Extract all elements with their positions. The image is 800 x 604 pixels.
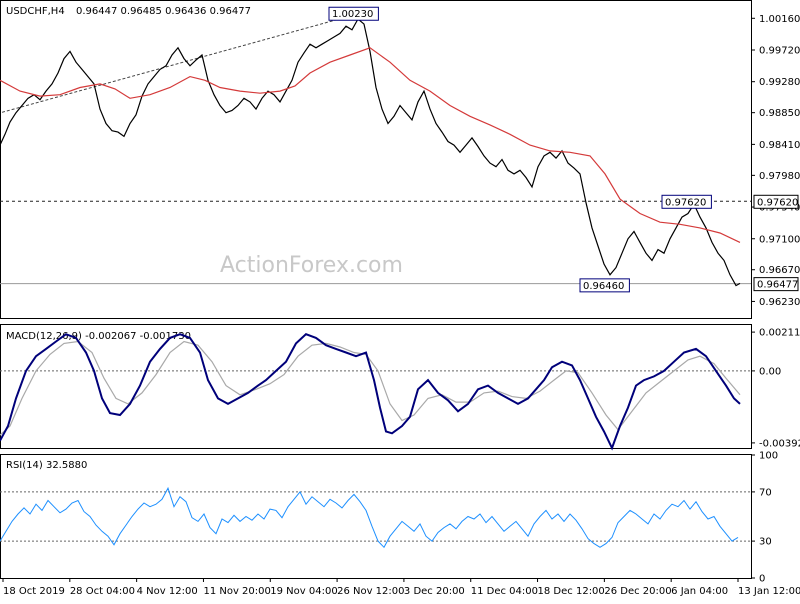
x-tick-label: 18 Dec 12:00 [538,586,605,597]
main-panel-title: USDCHF,H4 [6,6,65,17]
x-tick-label: 26 Nov 12:00 [337,586,404,597]
rsi-y-tick-label: 0 [759,574,765,585]
price-callout-label: 0.96460 [583,281,624,292]
macd-y-tick-label: 0.00 [759,366,781,377]
usdchf-chart: USDCHF,H4 0.96447 0.96485 0.96436 0.9647… [0,0,800,600]
rsi-y-tick-label: 30 [759,537,772,548]
main-panel-ohlc: 0.96447 0.96485 0.96436 0.96477 [76,6,251,17]
x-tick-label: 18 Oct 2019 [3,586,65,597]
macd-y-tick-label: 0.002113 [759,328,800,339]
main-y-tick-label: 0.97100 [759,234,800,245]
rsi-y-tick-label: 100 [759,451,778,462]
main-y-tick-label: 0.96670 [759,265,800,276]
chart-svg: USDCHF,H4 0.96447 0.96485 0.96436 0.9647… [0,0,800,600]
price-callout-label: 1.00230 [332,9,373,20]
x-tick-label: 4 Nov 12:00 [137,586,198,597]
price-callout: 0.96460 [579,278,630,293]
x-tick-label: 28 Oct 04:00 [70,586,135,597]
rsi-y-tick-label: 70 [759,487,772,498]
x-tick-label: 13 Jan 12:00 [738,586,800,597]
macd-y-tick-label: -0.003922 [759,438,800,449]
level-tag-label: 0.96477 [757,280,798,291]
level-tag: 0.97620 [753,194,799,209]
main-y-tick-label: 1.00160 [759,14,800,25]
level-tag-label: 0.97620 [757,197,798,208]
main-y-tick-label: 0.97980 [759,171,800,182]
main-y-tick-label: 0.98850 [759,108,800,119]
price-callout-label: 0.97620 [665,197,706,208]
x-tick-label: 26 Dec 20:00 [604,586,671,597]
main-y-tick-label: 0.98410 [759,140,800,151]
x-tick-label: 11 Dec 04:00 [471,586,538,597]
price-callout: 0.97620 [661,194,712,209]
x-tick-label: 3 Dec 20:00 [404,586,465,597]
main-y-tick-label: 0.96230 [759,297,800,308]
watermark-text: ActionForex.com [220,253,403,278]
x-tick-label: 11 Nov 20:00 [203,586,270,597]
macd-panel-title: MACD(12,26,9) -0.002067 -0.001730 [6,331,191,342]
rsi-panel-title: RSI(14) 32.5880 [6,460,87,471]
x-tick-label: 6 Jan 04:00 [671,586,728,597]
level-tag: 0.96477 [753,277,799,292]
price-callout: 1.00230 [328,6,379,21]
main-y-tick-label: 0.99280 [759,77,800,88]
x-tick-label: 19 Nov 04:00 [270,586,337,597]
main-y-tick-label: 0.99720 [759,45,800,56]
